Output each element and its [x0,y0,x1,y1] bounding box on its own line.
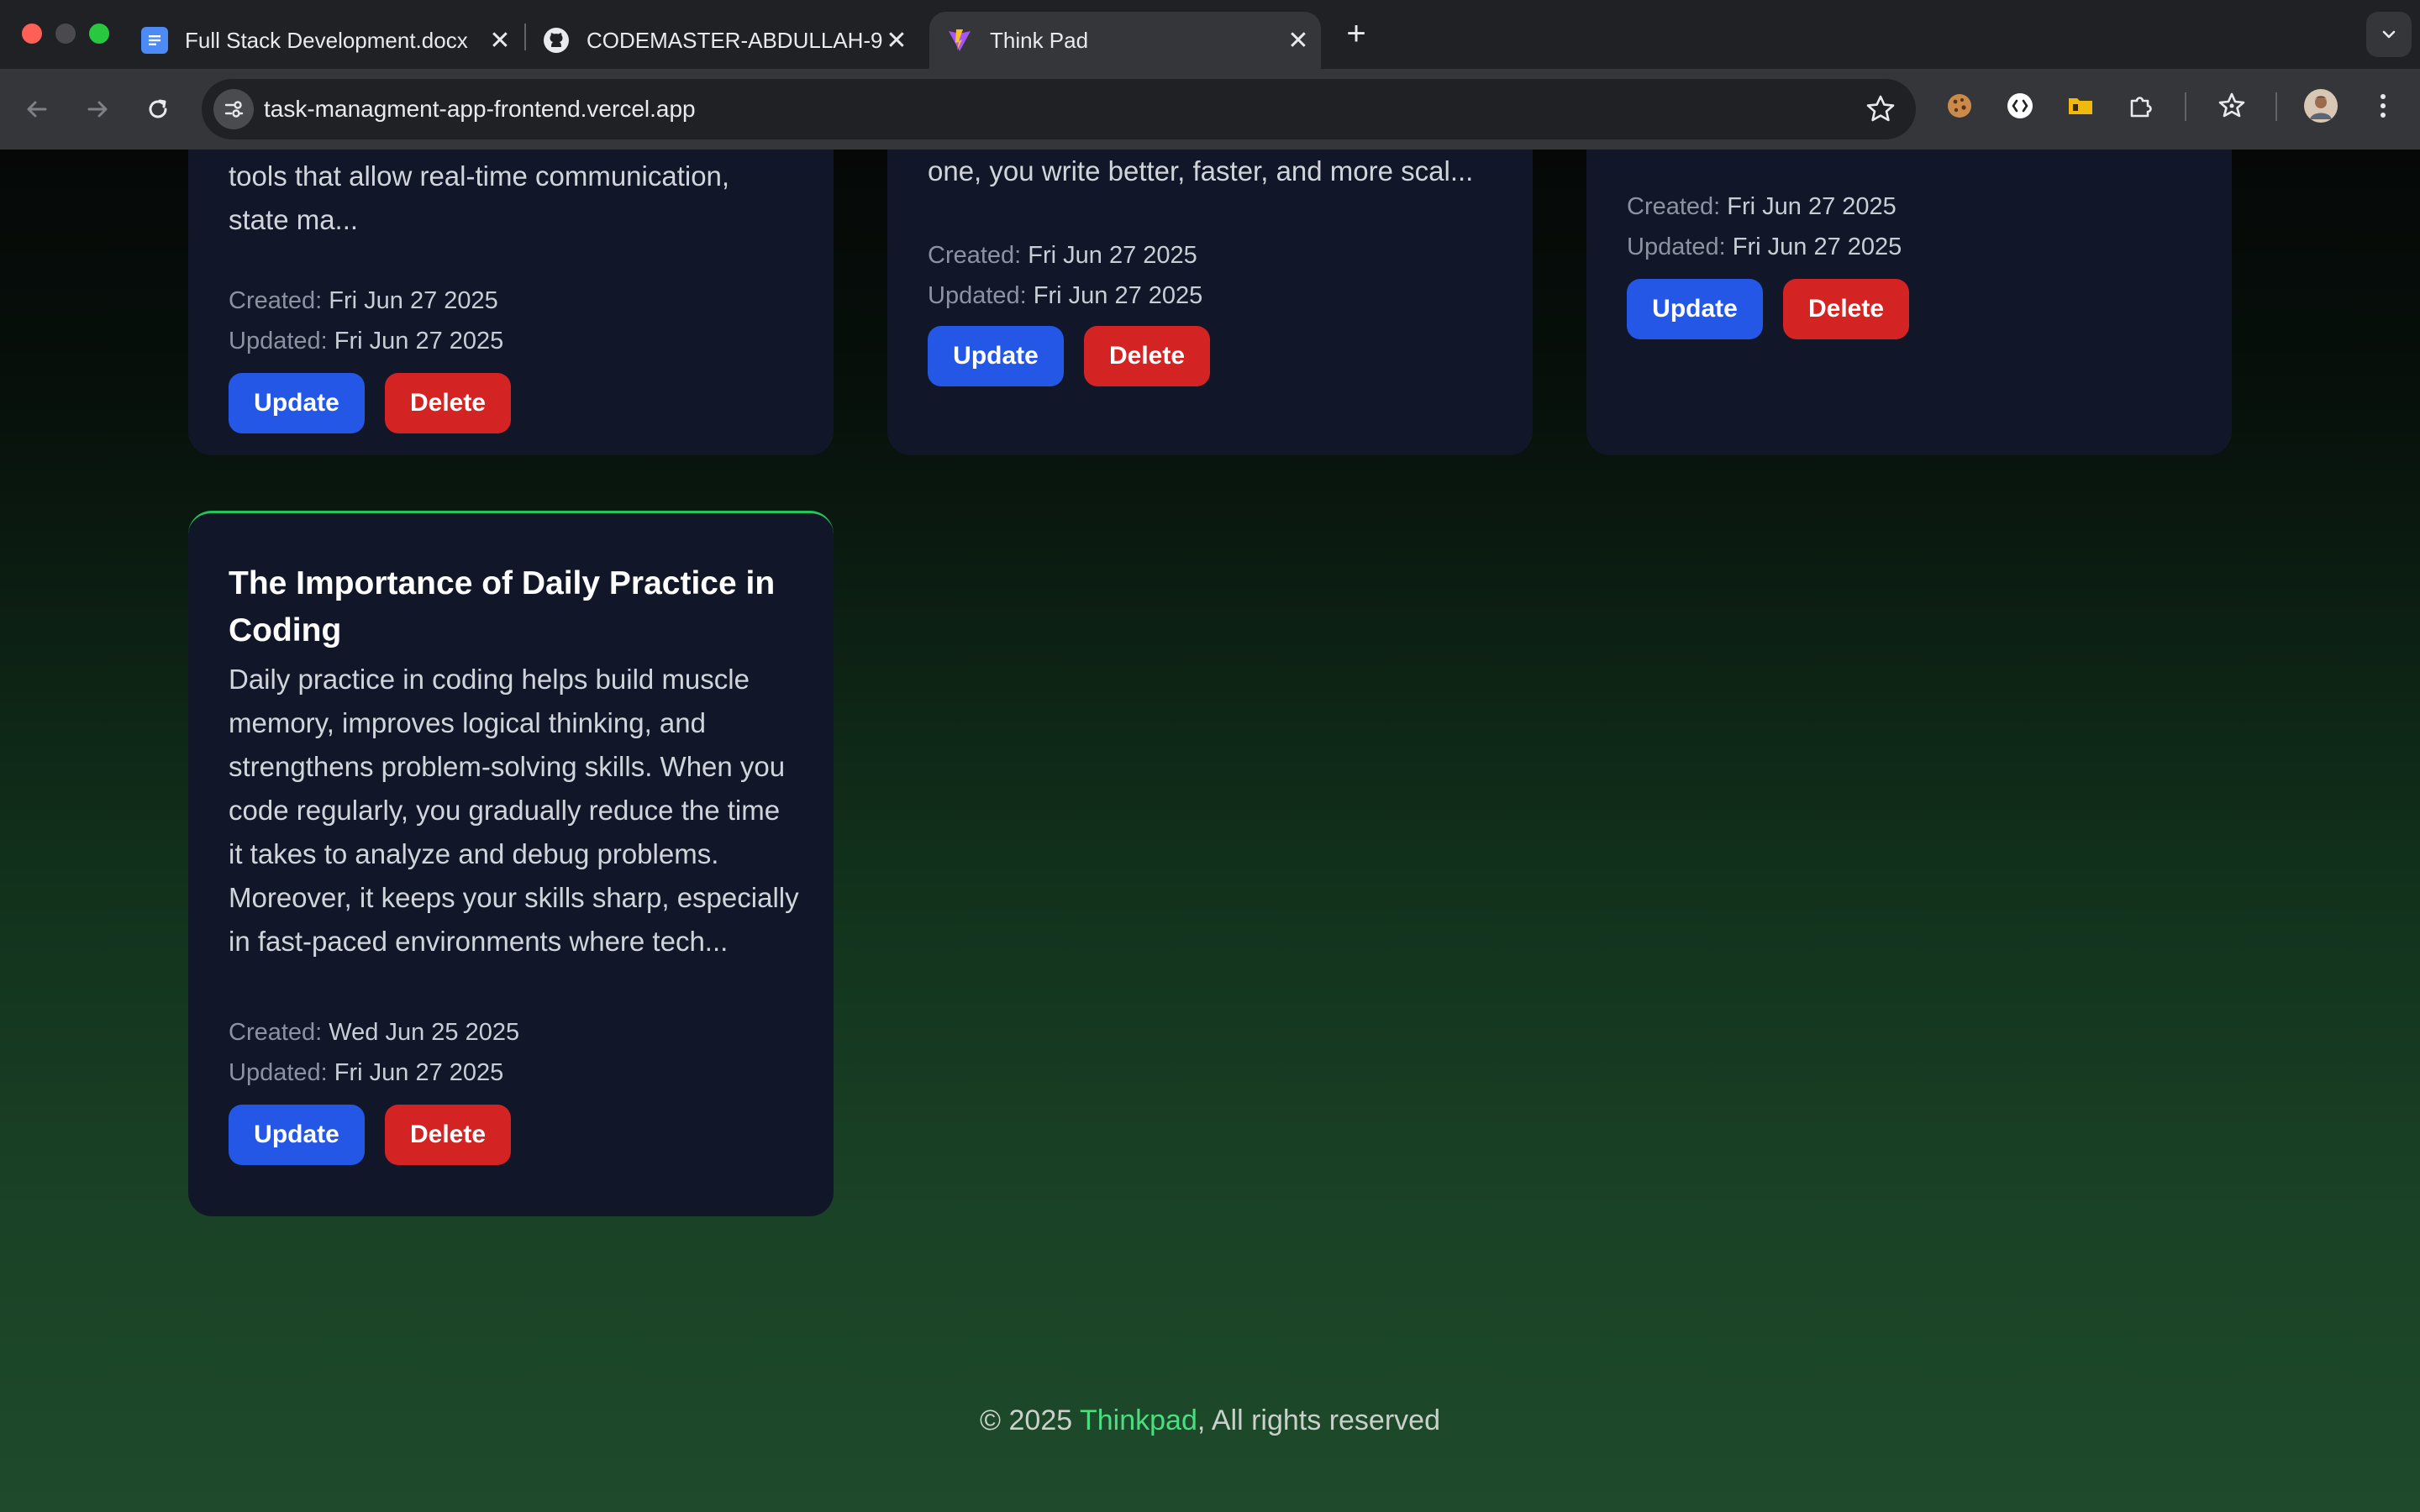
page-footer: © 2025 Thinkpad, All rights reserved [0,1404,2420,1437]
updated-date: Updated: Fri Jun 27 2025 [229,328,504,354]
delete-button[interactable]: Delete [385,1105,511,1165]
updated-date: Updated: Fri Jun 27 2025 [928,282,1203,309]
excerpt-line: Daily practice in coding helps build mus… [229,664,750,695]
url-text: task-managment-app-frontend.vercel.app [264,96,696,122]
back-button[interactable] [17,89,57,129]
excerpt-line: it takes to analyze and debug problems. [229,838,719,869]
new-tab-button[interactable]: + [1338,17,1375,54]
tab-close-icon[interactable]: ✕ [486,26,514,55]
bookmark-star-icon[interactable] [1864,92,1897,126]
tab-search-button[interactable] [2366,12,2412,57]
tab-think-pad[interactable]: Think Pad ✕ [929,12,1321,69]
update-button[interactable]: Update [229,373,365,433]
created-date: Created: Fri Jun 27 2025 [928,242,1197,269]
update-button[interactable]: Update [928,326,1064,386]
created-date: Created: Wed Jun 25 2025 [229,1019,520,1046]
created-date: Created: Fri Jun 27 2025 [1627,193,1897,220]
note-card: tools that allow real-time communication… [188,150,834,455]
arrow-left-icon [27,101,47,118]
note-excerpt: tools that allow real-time communication… [229,155,800,242]
note-card: The Importance of Daily Practice in Codi… [188,511,834,1216]
note-excerpt: Daily practice in coding helps build mus… [229,658,800,963]
toolbar-separator [2275,92,2277,121]
extensions-puzzle-icon[interactable] [2123,87,2160,124]
tab-title: Think Pad [990,27,1089,53]
reload-button[interactable] [138,89,178,129]
reload-icon [149,99,167,118]
excerpt-line: code regularly, you gradually reduce the… [229,795,781,826]
title-line: Coding [229,612,342,648]
more-vert-icon [2381,94,2386,118]
created-date: Created: Fri Jun 27 2025 [229,287,498,314]
excerpt-line: memory, improves logical thinking, and [229,707,706,738]
profile-avatar[interactable] [2302,87,2339,124]
arrow-right-icon [87,101,108,118]
site-info-icon[interactable] [213,89,254,129]
delete-button[interactable]: Delete [1783,279,1909,339]
footer-copyright: © 2025 [980,1404,1080,1436]
note-card: one, you write better, faster, and more … [887,150,1533,455]
excerpt-line: state ma... [229,204,359,235]
toolbar-separator [2185,92,2186,121]
excerpt-line: tools that allow real-time communication… [229,160,730,192]
page-viewport: tools that allow real-time communication… [0,150,2420,1512]
window-minimize-button[interactable] [55,24,76,44]
vite-icon [946,27,973,54]
tab-separator [524,24,526,50]
reading-list-star-icon[interactable] [2213,87,2250,124]
github-icon [543,27,570,54]
excerpt-line: in fast-paced environments where tech... [229,926,729,957]
tab-title: CODEMASTER-ABDULLAH-9 [587,27,882,53]
window-close-button[interactable] [22,24,42,44]
excerpt-line: strengthens problem-solving skills. When… [229,751,786,782]
title-line: The Importance of Daily Practice in [229,565,776,601]
excerpt-line: Moreover, it keeps your skills sharp, es… [229,882,799,913]
footer-brand-link[interactable]: Thinkpad [1080,1404,1197,1436]
update-button[interactable]: Update [229,1105,365,1165]
note-card: Created: Fri Jun 27 2025 Updated: Fri Ju… [1586,150,2232,455]
cookie-extension-icon[interactable] [1941,87,1978,124]
forward-button[interactable] [77,89,118,129]
chevron-down-icon [2382,30,2396,39]
tab-github-repo[interactable]: CODEMASTER-ABDULLAH-9 ✕ [543,12,911,69]
google-docs-icon [141,27,168,54]
browser-tab-strip: Full Stack Development.docx ✕ CODEMASTER… [0,0,2420,69]
folder-extension-icon[interactable] [2062,87,2099,124]
tab-title: Full Stack Development.docx [185,27,468,53]
updated-date: Updated: Fri Jun 27 2025 [1627,234,1902,260]
delete-button[interactable]: Delete [385,373,511,433]
code-extension-icon[interactable] [2002,87,2039,124]
note-excerpt: one, you write better, faster, and more … [928,150,1499,193]
excerpt-line: one, you write better, faster, and more … [928,155,1474,186]
tab-full-stack-development[interactable]: Full Stack Development.docx ✕ [141,12,514,69]
delete-button[interactable]: Delete [1084,326,1210,386]
tab-close-icon[interactable]: ✕ [1284,26,1313,55]
browser-toolbar: task-managment-app-frontend.vercel.app [0,69,2420,150]
updated-date: Updated: Fri Jun 27 2025 [229,1059,504,1086]
update-button[interactable]: Update [1627,279,1763,339]
address-bar[interactable]: task-managment-app-frontend.vercel.app [202,79,1916,139]
note-title: The Importance of Daily Practice in Codi… [229,560,800,654]
tab-close-icon[interactable]: ✕ [882,26,911,55]
footer-rights-text: , All rights reserved [1197,1404,1440,1436]
browser-menu-button[interactable] [2365,87,2402,124]
window-maximize-button[interactable] [89,24,109,44]
